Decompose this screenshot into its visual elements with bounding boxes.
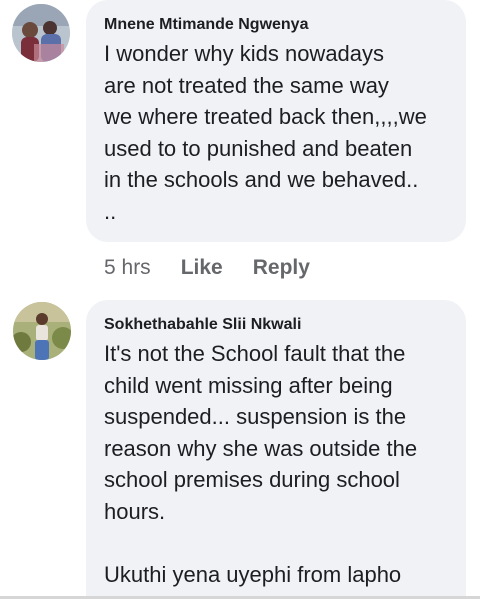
profile-photo-icon [12,4,70,62]
comment-text-line: hours. [104,498,166,524]
comment-text-line: in the schools and we behaved.. [104,167,419,192]
comment-author-1[interactable]: Mnene Mtimande Ngwenya [104,16,308,34]
comment-text-line: suspended... suspension is the [104,404,407,429]
avatar-commenter-1[interactable] [12,4,70,62]
comment-actions-1: 5 hrs Like Reply [104,253,340,283]
paragraph-break [104,527,417,559]
comment-text-line: child went missing after being [104,372,393,398]
comment-author-2[interactable]: Sokhethabahle Slii Nkwali [104,316,301,334]
comments-screen: Media's post Mnene Mtimande Ngwenya I wo… [0,0,480,599]
reply-button[interactable]: Reply [253,256,310,280]
comment-text-line: reason why she was outside the [104,435,418,461]
comment-text-line: we where treated back then,,,,we [104,104,427,129]
comment-text-line: school premises during school [104,467,400,492]
comment-text-line: are not treated the same way [104,72,389,98]
comment-text-line: used to to punished and beaten [104,135,413,161]
avatar-commenter-2[interactable] [13,302,71,360]
profile-photo-icon [13,302,71,360]
comment-text-line: I wonder why kids nowadays [104,41,385,66]
like-button[interactable]: Like [181,256,223,280]
comment-text-1: I wonder why kids nowadays are not treat… [104,38,427,227]
comment-text-line: Ukuthi yena uyephi from lapho [104,561,402,587]
comment-text-line: .. [104,198,117,224]
comment-text-line: It's not the School fault that the [104,341,406,366]
comment-timestamp: 5 hrs [104,256,151,279]
comment-text-2: It's not the School fault that the child… [104,338,417,590]
